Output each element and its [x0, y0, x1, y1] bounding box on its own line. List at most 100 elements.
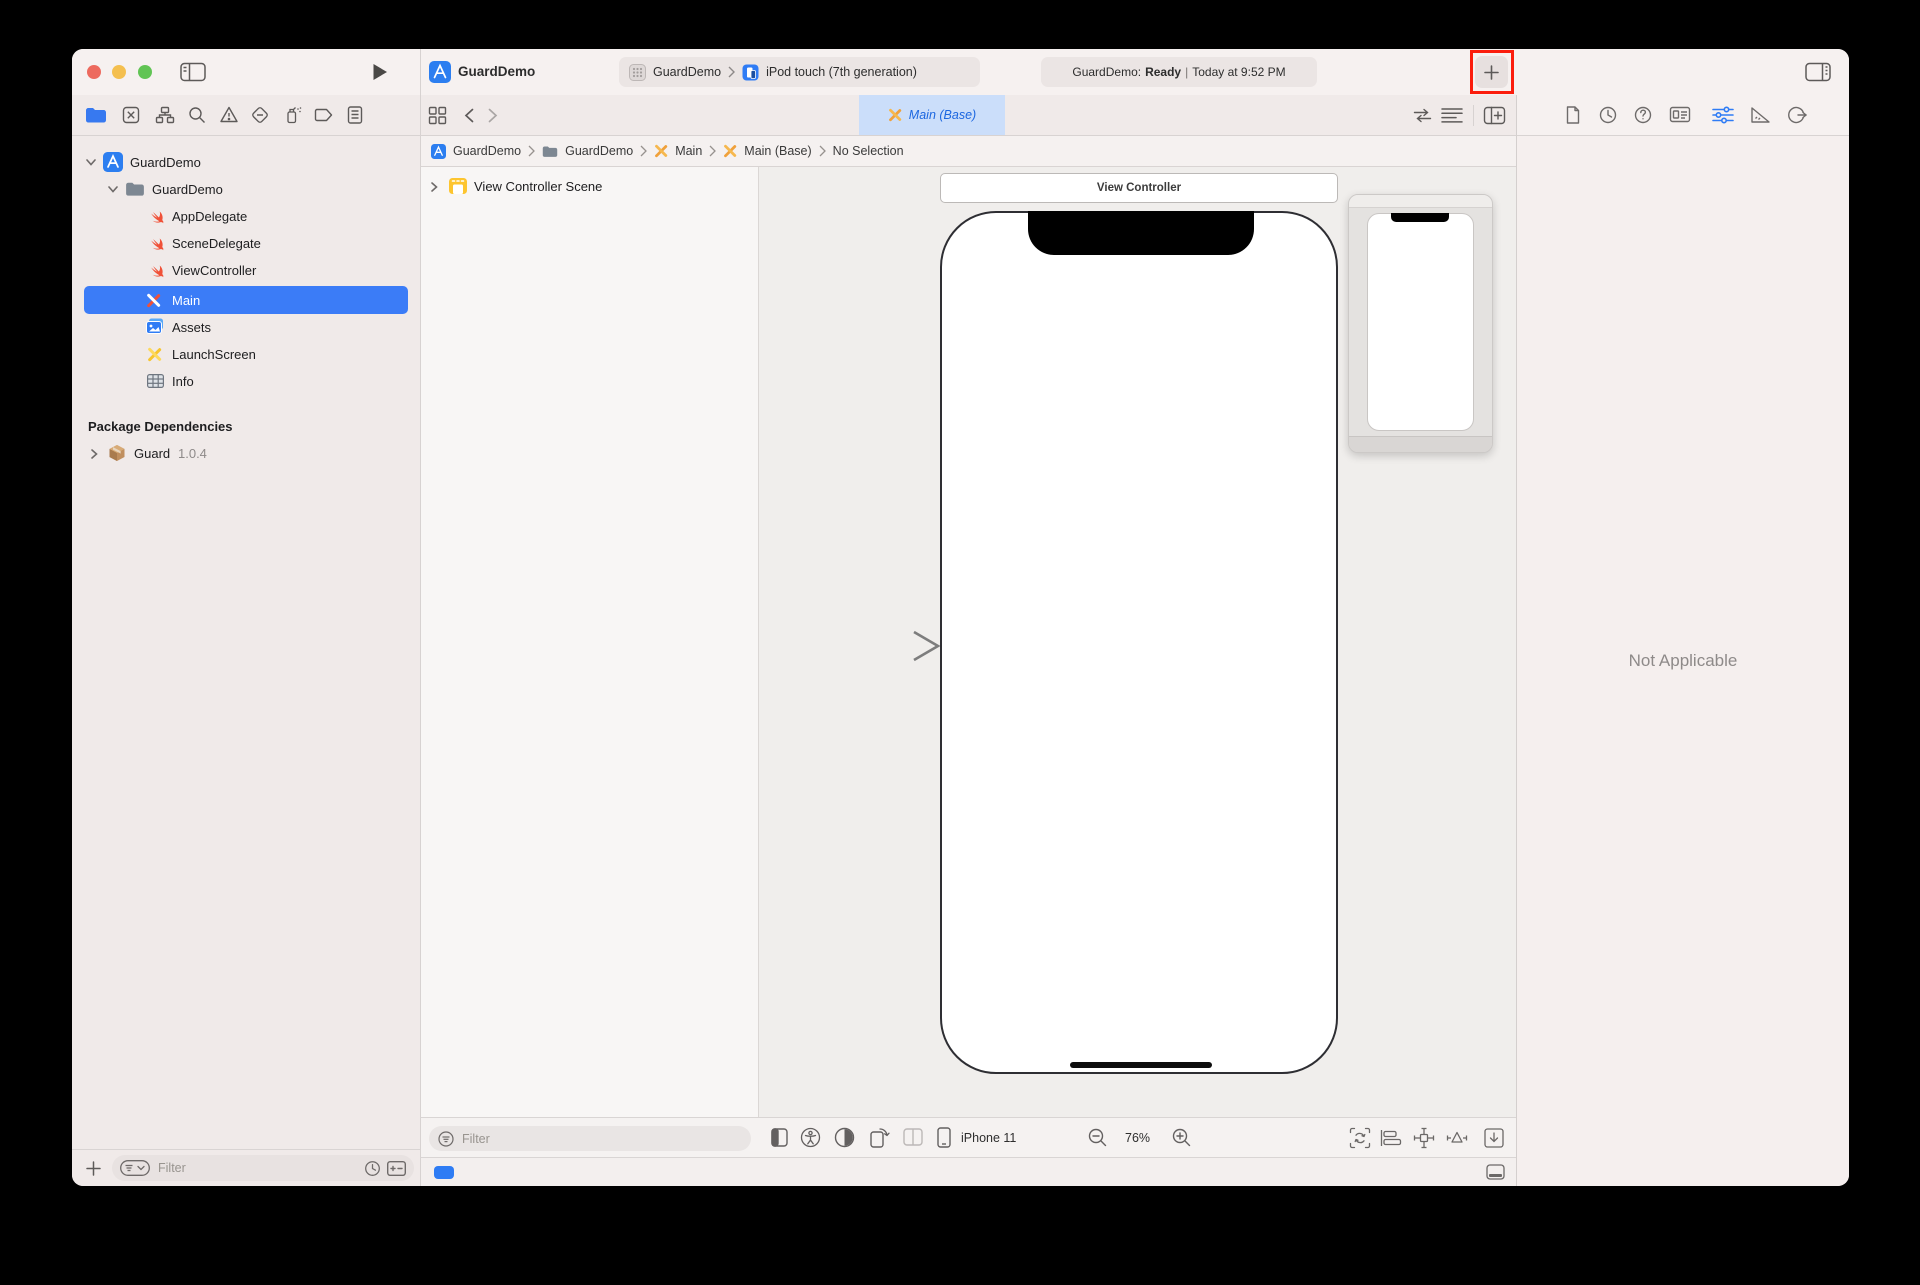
breakpoint-navigator-icon[interactable]	[314, 107, 334, 123]
tree-item-appdelegate[interactable]: AppDelegate	[72, 202, 420, 230]
tree-item-launchscreen[interactable]: LaunchScreen	[72, 340, 420, 368]
resolve-autolayout-icon[interactable]	[1446, 1127, 1468, 1149]
disclosure-closed-icon[interactable]	[91, 449, 98, 459]
document-outline: View Controller Scene	[420, 167, 758, 1117]
connections-inspector-icon[interactable]	[1786, 105, 1807, 125]
swift-file-icon	[146, 235, 164, 251]
debug-navigator-icon[interactable]	[283, 105, 303, 125]
zoom-in-icon[interactable]	[1171, 1127, 1192, 1148]
canvas-minimap[interactable]	[1348, 194, 1493, 453]
zoom-window-button[interactable]	[138, 65, 152, 79]
inspector-tab-bar	[1516, 95, 1849, 136]
close-window-button[interactable]	[87, 65, 101, 79]
scheme-name[interactable]: GuardDemo	[653, 65, 721, 79]
test-navigator-icon[interactable]	[250, 105, 270, 125]
breadcrumb-project[interactable]: GuardDemo	[453, 144, 521, 158]
run-destination-icon	[742, 64, 759, 81]
appearance-toggle-icon[interactable]	[834, 1127, 855, 1148]
breadcrumb-storyboard-icon	[654, 144, 668, 158]
tree-item-info[interactable]: Info	[72, 367, 420, 395]
package-name: Guard	[134, 446, 170, 461]
accessibility-preview-icon[interactable]	[800, 1127, 821, 1148]
tree-item-viewcontroller[interactable]: ViewController	[72, 256, 420, 284]
tree-item-main-selected[interactable]: Main	[84, 286, 408, 314]
view-controller-device-frame[interactable]	[940, 211, 1338, 1074]
navigator-filter-input[interactable]	[156, 1160, 358, 1176]
inspector-empty-message: Not Applicable	[1629, 651, 1738, 671]
quick-help-inspector-icon[interactable]	[1633, 105, 1653, 125]
run-destination-name[interactable]: iPod touch (7th generation)	[766, 65, 917, 79]
scheme-selector[interactable]: GuardDemo iPod touch (7th generation)	[619, 57, 980, 87]
minimize-window-button[interactable]	[112, 65, 126, 79]
add-item-icon[interactable]	[86, 1161, 101, 1176]
source-control-navigator-icon[interactable]	[121, 105, 141, 125]
tree-item-scenedelegate[interactable]: SceneDelegate	[72, 229, 420, 257]
size-inspector-icon[interactable]	[1750, 106, 1771, 124]
issue-navigator-icon[interactable]	[219, 105, 239, 125]
recent-files-filter-icon[interactable]	[364, 1160, 381, 1177]
orientation-icon[interactable]	[868, 1126, 891, 1148]
toggle-bottom-bar-icon[interactable]	[1486, 1164, 1505, 1180]
status-project: GuardDemo:	[1072, 65, 1141, 79]
tree-item-group[interactable]: GuardDemo	[72, 175, 420, 203]
source-control-filter-icon[interactable]	[387, 1161, 406, 1176]
view-controller-title: View Controller	[1097, 182, 1181, 194]
view-controller-title-bar[interactable]: View Controller	[940, 173, 1338, 203]
find-navigator-icon[interactable]	[187, 105, 207, 125]
toggle-right-sidebar-icon[interactable]	[1805, 62, 1831, 82]
align-icon[interactable]	[1380, 1129, 1402, 1147]
add-constraints-icon[interactable]	[1413, 1127, 1435, 1149]
identity-inspector-icon[interactable]	[1669, 106, 1691, 123]
toggle-outline-icon[interactable]	[771, 1128, 788, 1147]
device-notch	[1028, 211, 1254, 255]
go-forward-icon[interactable]	[488, 108, 498, 123]
tree-item-project-root[interactable]: GuardDemo	[72, 148, 420, 176]
embed-in-icon[interactable]	[1483, 1127, 1505, 1149]
go-back-icon[interactable]	[464, 108, 474, 123]
project-navigator-icon[interactable]	[85, 106, 107, 124]
project-icon	[103, 152, 123, 172]
report-navigator-icon[interactable]	[345, 105, 365, 125]
add-editor-icon[interactable]	[1483, 106, 1506, 125]
breadcrumb-file[interactable]: Main	[675, 144, 702, 158]
related-items-icon[interactable]	[428, 106, 447, 125]
filter-menu-icon[interactable]	[120, 1160, 150, 1176]
entry-point-indicator[interactable]	[434, 1166, 454, 1179]
breadcrumb-group[interactable]: GuardDemo	[565, 144, 633, 158]
disclosure-closed-icon[interactable]	[431, 182, 438, 192]
code-review-icon[interactable]	[1413, 108, 1432, 123]
zoom-out-icon[interactable]	[1087, 1127, 1108, 1148]
zoom-level[interactable]: 76%	[1125, 1131, 1150, 1145]
toggle-left-sidebar-icon[interactable]	[180, 62, 206, 82]
device-icon[interactable]	[937, 1127, 951, 1148]
view-controller-scene-icon	[448, 176, 468, 196]
storyboard-icon	[146, 293, 161, 308]
symbol-navigator-icon[interactable]	[155, 105, 175, 125]
disclosure-open-icon[interactable]	[86, 159, 96, 166]
disclosure-open-icon[interactable]	[108, 186, 118, 193]
minimap-header	[1349, 195, 1492, 208]
adaptation-icon[interactable]	[903, 1128, 923, 1146]
navigator-filter-field[interactable]	[112, 1155, 414, 1181]
device-name[interactable]: iPhone 11	[961, 1131, 1016, 1145]
tree-item-package-guard[interactable]: Guard 1.0.4	[72, 439, 420, 467]
breadcrumb-selection[interactable]: No Selection	[833, 144, 904, 158]
tab-main-base[interactable]: Main (Base)	[859, 95, 1005, 135]
project-navigator: GuardDemo GuardDemo AppDelegate SceneDel…	[72, 136, 420, 1149]
library-add-button[interactable]	[1475, 56, 1508, 88]
file-inspector-icon[interactable]	[1563, 105, 1583, 125]
activity-status[interactable]: GuardDemo: Ready | Today at 9:52 PM	[1041, 57, 1317, 87]
outline-item-vc-scene[interactable]: View Controller Scene	[421, 172, 602, 200]
adjust-editor-options-icon[interactable]	[1441, 107, 1463, 124]
xcode-project-app-icon	[429, 61, 451, 83]
breadcrumb-localization[interactable]: Main (Base)	[744, 144, 811, 158]
run-button[interactable]	[372, 63, 388, 81]
scene-label: View Controller Scene	[474, 179, 602, 194]
outline-filter-input[interactable]	[460, 1131, 742, 1147]
history-inspector-icon[interactable]	[1598, 105, 1618, 125]
attributes-inspector-icon[interactable]	[1712, 106, 1734, 124]
outline-filter-field[interactable]	[429, 1126, 751, 1151]
tree-item-assets[interactable]: Assets	[72, 313, 420, 341]
chevron-right-icon	[819, 145, 826, 157]
update-frames-icon[interactable]	[1349, 1127, 1371, 1149]
